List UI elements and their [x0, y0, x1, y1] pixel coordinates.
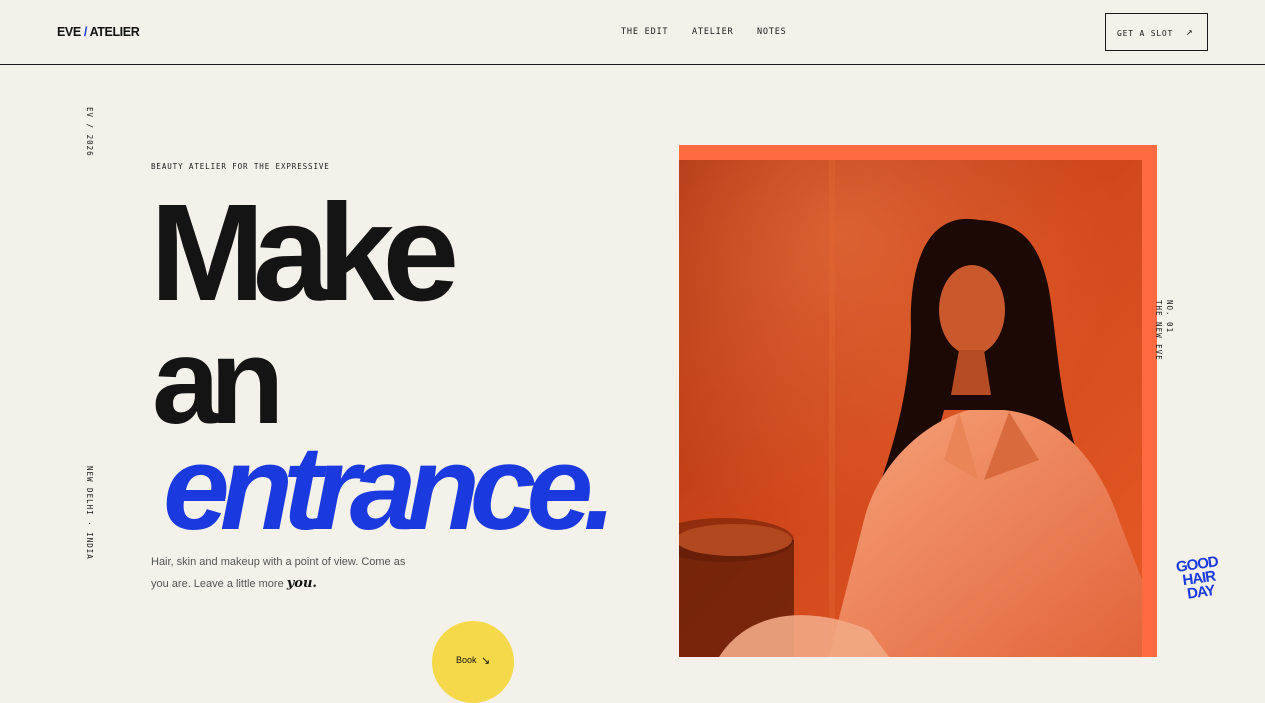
book-label: Book	[456, 655, 477, 665]
issue-number-text: NO. 01	[1165, 300, 1174, 334]
brand-name-atelier: ATELIER	[89, 25, 140, 39]
book-button[interactable]: Book ↘	[432, 621, 514, 703]
hero-eyebrow: BEAUTY ATELIER FOR THE EXPRESSIVE	[151, 162, 330, 171]
site-header: EVE / ATELIER THE EDIT ATELIER NOTES GET…	[0, 0, 1265, 65]
hero-description: Hair, skin and makeup with a point of vi…	[151, 552, 411, 595]
portrait-illustration	[679, 160, 1142, 657]
hero-description-text: Hair, skin and makeup with a point of vi…	[151, 556, 406, 590]
arrow-up-right-icon: ↗	[1186, 25, 1194, 38]
issue-title-label: THE NEW EVE	[1154, 300, 1163, 361]
brand-logo[interactable]: EVE / ATELIER	[57, 25, 140, 39]
hero-heading-line-3: entrance.	[163, 421, 617, 555]
issue-number-label: NO. 01	[1165, 300, 1174, 333]
nav-link-notes[interactable]: NOTES	[757, 27, 787, 37]
nav-link-atelier[interactable]: ATELIER	[692, 27, 733, 37]
sticker-line-3: DAY	[1186, 582, 1216, 603]
arrow-down-right-icon: ↘	[481, 655, 491, 667]
hero-description-emphasis: you.	[286, 576, 317, 591]
brand-name-eve: EVE	[57, 25, 81, 39]
location-vertical-label: NEW DELHI · INDIA	[85, 466, 94, 560]
year-vertical-label: EV / 2026	[85, 107, 94, 157]
issue-title-text: THE NEW EVE	[1154, 300, 1163, 361]
hero-heading-line-1: Make	[150, 176, 459, 330]
brand-slash: /	[83, 25, 87, 39]
hero-portrait-image	[679, 160, 1142, 657]
nav-link-the-edit[interactable]: THE EDIT	[621, 27, 668, 37]
get-a-slot-label: GET A SLOT	[1117, 29, 1174, 38]
good-hair-day-sticker: GOOD HAIR DAY	[1175, 553, 1222, 603]
get-a-slot-button[interactable]: GET A SLOT ↗	[1105, 13, 1208, 51]
